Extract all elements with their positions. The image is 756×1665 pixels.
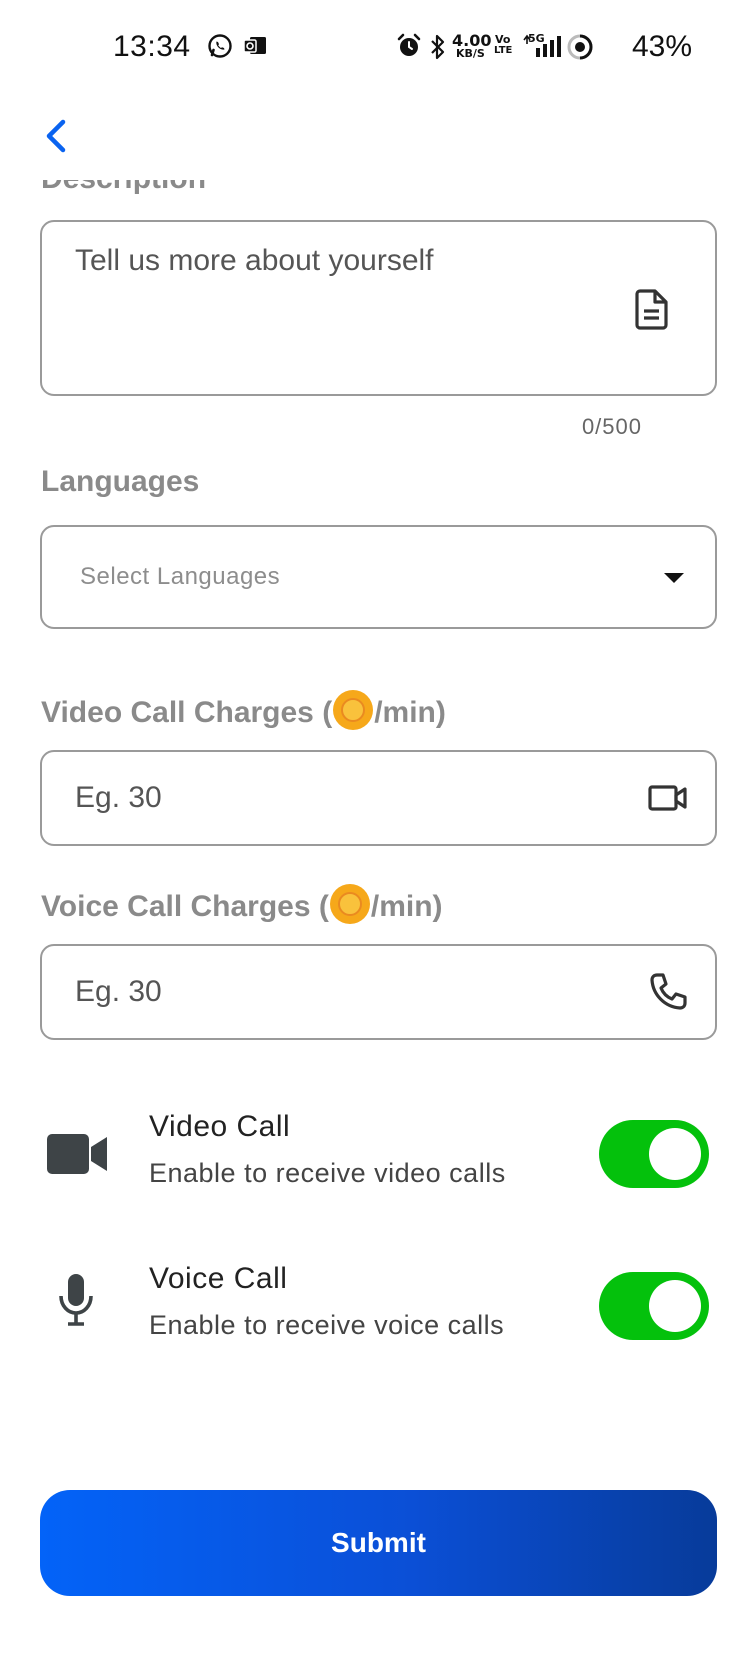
net-speed-unit: KB/S [456, 47, 485, 60]
video-call-toggle-row: Video Call Enable to receive video calls [0, 1100, 756, 1220]
video-call-switch[interactable] [599, 1120, 709, 1188]
phone-icon [650, 973, 687, 1010]
alarm-icon [397, 33, 421, 56]
microphone-icon [59, 1274, 93, 1326]
bluetooth-icon [431, 34, 445, 60]
submit-button[interactable]: Submit [40, 1490, 717, 1596]
video-charges-placeholder: Eg. 30 [75, 781, 162, 814]
dropdown-arrow-icon [664, 573, 684, 583]
voice-charges-input[interactable]: Eg. 30 [40, 944, 717, 1040]
form-scroll-area[interactable]: Description Tell us more about yourself … [0, 180, 756, 1665]
video-camera-icon [648, 785, 687, 811]
video-charges-label-prefix: Video Call Charges ( [41, 696, 333, 729]
switch-knob [649, 1128, 701, 1180]
video-charges-label: Video Call Charges ( /min) [41, 690, 446, 730]
video-charges-label-suffix: /min) [374, 696, 446, 729]
video-call-title: Video Call [149, 1110, 291, 1143]
description-placeholder: Tell us more about yourself [75, 244, 434, 277]
status-bar: 13:34 4.00 KB/S Vo LTE 5G 43% [0, 0, 756, 96]
voice-charges-placeholder: Eg. 30 [75, 975, 162, 1008]
description-textarea[interactable]: Tell us more about yourself [40, 220, 717, 396]
voice-call-toggle-row: Voice Call Enable to receive voice calls [0, 1252, 756, 1372]
video-camera-icon [47, 1134, 107, 1174]
status-time: 13:34 [113, 30, 191, 63]
document-icon [635, 289, 668, 330]
description-char-counter: 0/500 [581, 414, 642, 439]
description-label: Description [41, 180, 206, 196]
switch-knob [649, 1280, 701, 1332]
video-charges-input[interactable]: Eg. 30 [40, 750, 717, 846]
languages-placeholder: Select Languages [80, 563, 281, 590]
languages-select[interactable]: Select Languages [40, 525, 717, 629]
battery-saver-icon [567, 34, 593, 60]
signal-icon [523, 34, 561, 57]
battery-percent: 43% [632, 30, 693, 63]
voice-call-title: Voice Call [149, 1262, 288, 1295]
video-call-subtitle: Enable to receive video calls [149, 1158, 506, 1188]
voice-charges-label-suffix: /min) [370, 890, 443, 923]
languages-label: Languages [41, 465, 200, 498]
whatsapp-icon [208, 34, 232, 58]
voice-charges-label: Voice Call Charges ( /min) [41, 884, 443, 924]
voice-charges-label-prefix: Voice Call Charges ( [41, 890, 329, 923]
voice-call-subtitle: Enable to receive voice calls [149, 1310, 505, 1340]
voice-call-switch[interactable] [599, 1272, 709, 1340]
coin-icon [333, 690, 374, 730]
volte-bottom: LTE [494, 45, 513, 56]
mail-app-icon [243, 37, 266, 54]
chevron-left-icon [46, 119, 66, 153]
back-button[interactable] [36, 112, 76, 160]
coin-icon [329, 884, 370, 924]
